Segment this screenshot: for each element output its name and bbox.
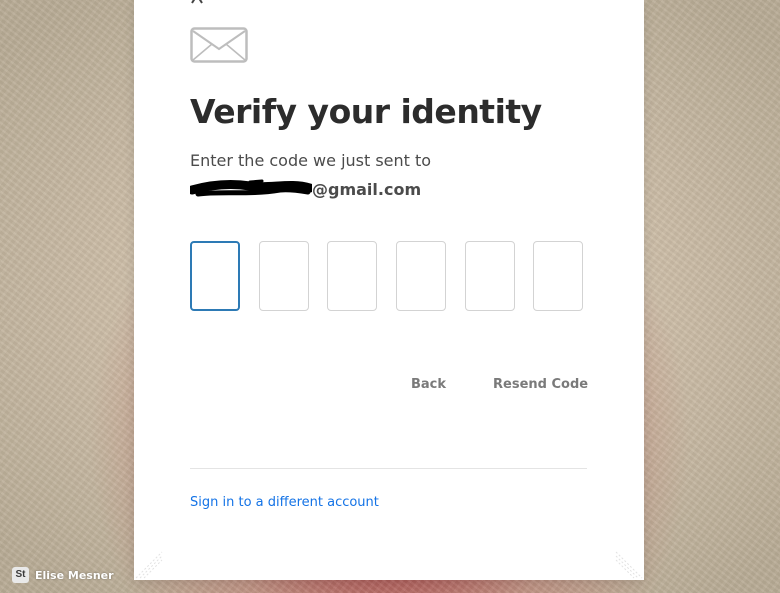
verify-card: Verify your identity Enter the code we j… bbox=[134, 0, 644, 580]
stock-badge-icon: St bbox=[12, 567, 29, 583]
divider bbox=[190, 468, 587, 469]
corner-decoration-right bbox=[615, 551, 643, 579]
email-domain: @gmail.com bbox=[312, 179, 422, 199]
resend-code-button[interactable]: Resend Code bbox=[493, 374, 588, 394]
code-digit-2[interactable] bbox=[259, 241, 309, 311]
code-digit-5[interactable] bbox=[465, 241, 515, 311]
different-account-link[interactable]: Sign in to a different account bbox=[190, 495, 379, 510]
code-digit-4[interactable] bbox=[396, 241, 446, 311]
code-digit-6[interactable] bbox=[533, 241, 583, 311]
code-digit-3[interactable] bbox=[327, 241, 377, 311]
photo-credit[interactable]: St Elise Mesner bbox=[12, 567, 114, 583]
code-sent-label: Enter the code we just sent to bbox=[190, 151, 432, 170]
logo-icon bbox=[191, 0, 209, 4]
envelope-icon bbox=[190, 27, 248, 63]
email-address: @gmail.com bbox=[190, 176, 421, 202]
photo-credit-author: Elise Mesner bbox=[35, 568, 114, 582]
redaction-mark bbox=[190, 179, 312, 197]
corner-decoration-left bbox=[135, 551, 163, 579]
page-title: Verify your identity bbox=[190, 92, 542, 131]
back-button[interactable]: Back bbox=[411, 374, 446, 394]
verification-code-inputs bbox=[190, 241, 587, 313]
code-digit-1[interactable] bbox=[190, 241, 240, 311]
